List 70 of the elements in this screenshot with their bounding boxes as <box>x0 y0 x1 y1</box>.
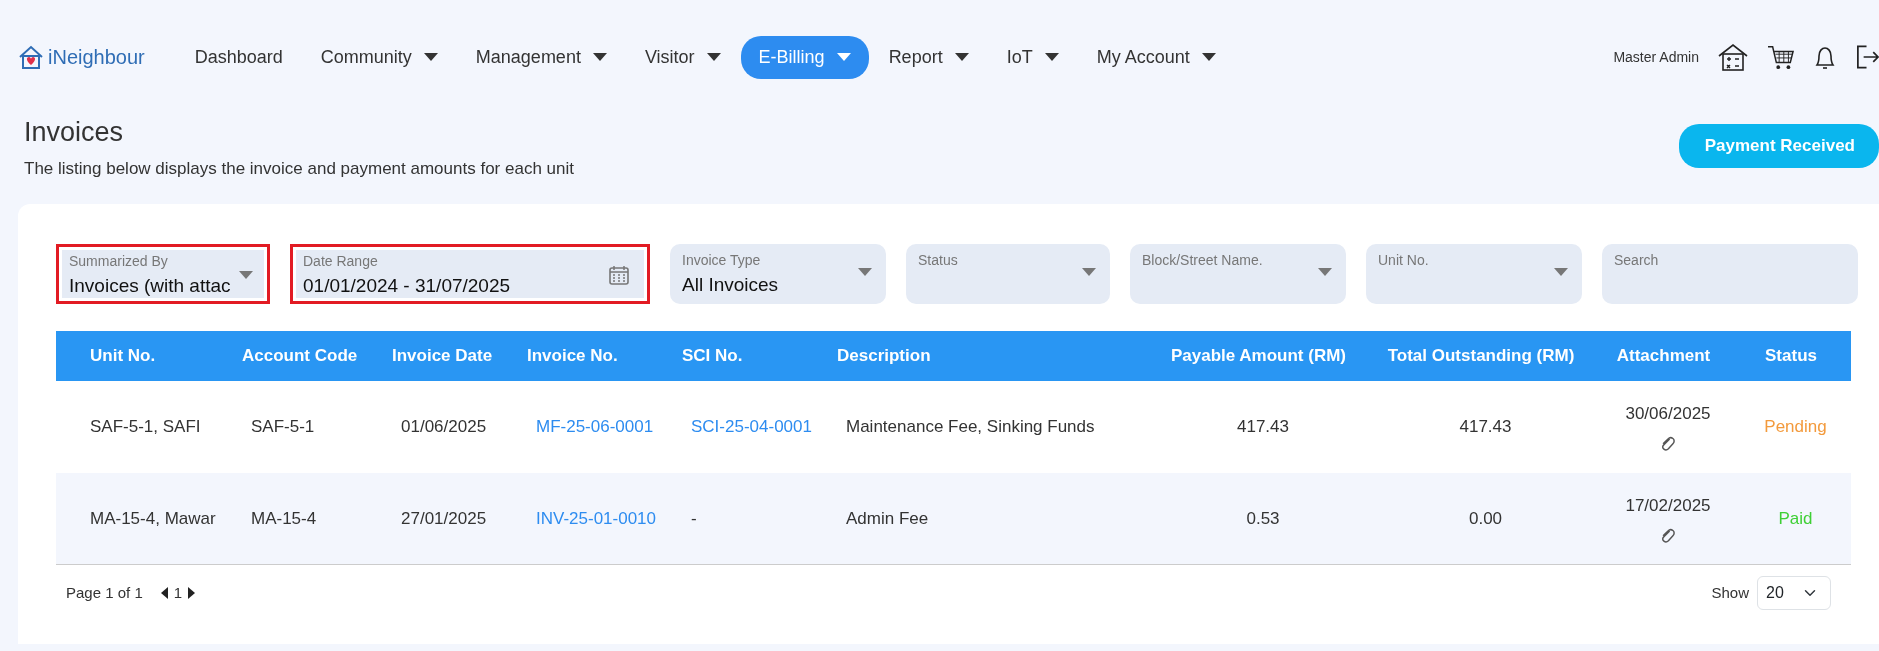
nav-menu-item[interactable]: Visitor <box>626 35 739 79</box>
caret-icon <box>858 267 872 276</box>
attachment-date: 30/06/2025 <box>1624 402 1712 425</box>
date-range-field[interactable]: Date Range 01/01/2024 - 31/07/2025 <box>290 243 650 304</box>
unit-number: MA-15-4, Mawar <box>90 508 216 528</box>
caret-icon <box>954 53 969 61</box>
dropdown-field[interactable]: Unit No. <box>1366 243 1582 304</box>
column-header: Payable Amount (RM) <box>1151 330 1366 381</box>
caret-icon <box>1201 53 1216 61</box>
invoice-date: 01/06/2025 <box>401 417 487 437</box>
page-title: Invoices <box>24 116 125 149</box>
logout-icon <box>1855 44 1879 70</box>
next-page-icon[interactable] <box>188 586 196 599</box>
page-summary: Page 1 of 1 <box>66 582 143 603</box>
description: Admin Fee <box>846 508 929 528</box>
payable-amount: 417.43 <box>1237 417 1289 437</box>
caret-icon <box>592 53 607 61</box>
nav-menu-item[interactable]: Management <box>457 35 625 79</box>
account-code: SAF-5-1 <box>251 417 315 437</box>
nav-menu-item[interactable]: Report <box>870 35 987 79</box>
column-header: Invoice No. <box>526 330 681 381</box>
nav-menu-item[interactable]: Community <box>302 35 456 79</box>
page-size-select[interactable]: 20 <box>1757 575 1831 610</box>
column-header: Attachment <box>1596 330 1731 381</box>
dropdown-field[interactable]: Status <box>906 243 1110 304</box>
column-header: Unit No. <box>56 330 241 381</box>
dropdown-field[interactable]: Block/Street Name. <box>1130 243 1346 304</box>
cart-icon <box>1767 44 1795 70</box>
page-number[interactable]: 1 <box>173 581 183 605</box>
caret-icon <box>1082 267 1096 276</box>
account-code: MA-15-4 <box>251 508 317 528</box>
caret-icon <box>1554 267 1568 276</box>
brand-name: iNeighbour <box>48 45 145 70</box>
bell-icon <box>1813 44 1837 70</box>
attachment-date: 17/02/2025 <box>1624 494 1712 517</box>
column-header: Invoice Date <box>391 330 526 381</box>
payable-amount: 0.53 <box>1246 508 1280 528</box>
calendar-icon <box>609 264 629 285</box>
nav-menu-item[interactable]: Dashboard <box>176 35 301 79</box>
nav-menu-item[interactable]: IoT <box>988 35 1077 79</box>
caret-icon <box>1318 267 1332 276</box>
outstanding-amount: 0.00 <box>1468 508 1503 528</box>
column-header: Total Outstanding (RM) <box>1366 330 1596 381</box>
column-header: Description <box>836 330 1151 381</box>
status-label: Paid <box>1778 508 1813 528</box>
caret-icon <box>836 53 851 61</box>
sci-number: - <box>691 508 697 528</box>
caret-icon <box>706 53 721 61</box>
invoice-link[interactable]: MF-25-06-0001 <box>536 417 654 437</box>
status-label: Pending <box>1764 417 1827 437</box>
nav-menu-item[interactable]: My Account <box>1078 35 1234 79</box>
show-label: Show <box>1711 582 1749 603</box>
dropdown-field[interactable]: Invoice Type All Invoices <box>670 243 886 304</box>
description: Maintenance Fee, Sinking Funds <box>846 417 1095 437</box>
caret-icon <box>423 53 438 61</box>
column-header: Status <box>1731 330 1851 381</box>
house-calculator-icon <box>1717 42 1749 72</box>
page-subtitle: The listing below displays the invoice and payment amounts for each unit <box>24 158 574 181</box>
outstanding-amount: 417.43 <box>1459 417 1512 437</box>
caret-icon <box>239 270 253 279</box>
invoice-date: 27/01/2025 <box>401 508 487 528</box>
column-header: SCI No. <box>681 330 836 381</box>
search-field[interactable]: Search <box>1602 243 1858 304</box>
user-name: Master Admin <box>1613 47 1699 67</box>
house-heart-logo-icon <box>18 44 44 70</box>
unit-number: SAF-5-1, SAFI <box>90 417 201 437</box>
dropdown-field[interactable]: Summarized By Invoices (with attac <box>56 243 270 304</box>
caret-icon <box>1044 53 1059 61</box>
previous-page-icon[interactable] <box>160 586 168 599</box>
column-header: Account Code <box>241 330 391 381</box>
